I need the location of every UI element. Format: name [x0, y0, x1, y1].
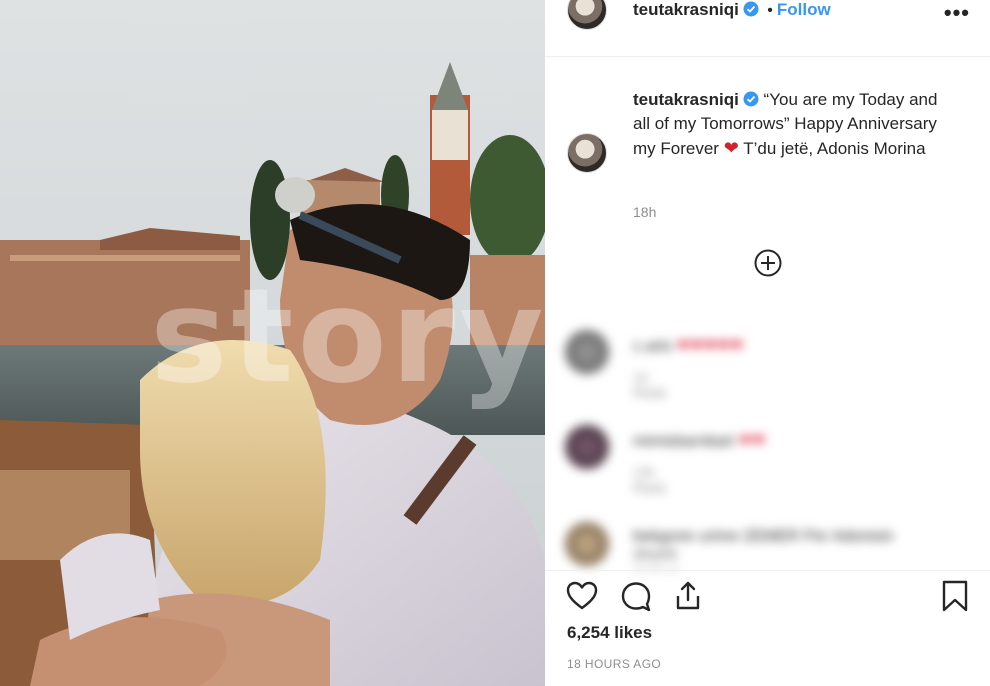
plus-circle-icon[interactable]: [754, 249, 782, 277]
header-avatar[interactable]: [567, 0, 607, 30]
comment-meta: shumt pjeken bashk: [633, 546, 680, 570]
caption-text-part2: T’du jetë, Adonis Morina: [743, 139, 926, 158]
caption-timestamp[interactable]: 18h: [633, 204, 656, 220]
comment-meta[interactable]: 1d Reply: [633, 370, 666, 400]
comment-text: mimisbarnbart ❤❤: [633, 433, 766, 450]
verified-badge-icon: [743, 91, 759, 107]
header-username[interactable]: teutakrasniqi: [633, 0, 739, 19]
header-user: teutakrasniqi • Follow: [633, 0, 831, 20]
comments-list: c.arts ❤❤❤❤❤ 1d Reply mimisbarnbart ❤❤ 1…: [545, 300, 990, 570]
photo-image: [0, 0, 545, 686]
post-caption: teutakrasniqi “You are my Today and all …: [633, 88, 953, 161]
comment-meta[interactable]: 13h Reply: [633, 465, 666, 495]
follow-button[interactable]: Follow: [777, 0, 831, 19]
post-side-panel: teutakrasniqi • Follow ••• teutakrasniqi …: [545, 0, 990, 686]
more-options-icon[interactable]: •••: [944, 0, 970, 26]
bookmark-icon[interactable]: [938, 579, 972, 613]
comment-text: c.arts ❤❤❤❤❤: [633, 338, 744, 355]
comment-text: bekgone urime ZEMER Per Adonisin: [633, 528, 894, 545]
red-heart-emoji-icon: ❤: [723, 138, 739, 158]
post-timestamp[interactable]: 18 HOURS AGO: [567, 657, 661, 671]
heart-icon[interactable]: [565, 579, 599, 613]
post-photo[interactable]: story.al: [0, 0, 545, 686]
comment-icon[interactable]: [619, 579, 653, 613]
post-actions-bar: [545, 570, 990, 621]
comment-avatar[interactable]: [565, 330, 609, 374]
caption-username[interactable]: teutakrasniqi: [633, 90, 739, 109]
header-separator: •: [767, 2, 773, 19]
post-header: teutakrasniqi • Follow •••: [545, 0, 990, 57]
comment-avatar[interactable]: [565, 522, 609, 566]
comment-avatar[interactable]: [565, 425, 609, 469]
likes-count[interactable]: 6,254 likes: [567, 623, 652, 643]
caption-avatar[interactable]: [567, 133, 607, 173]
share-icon[interactable]: [671, 579, 705, 613]
verified-badge-icon: [743, 1, 759, 17]
